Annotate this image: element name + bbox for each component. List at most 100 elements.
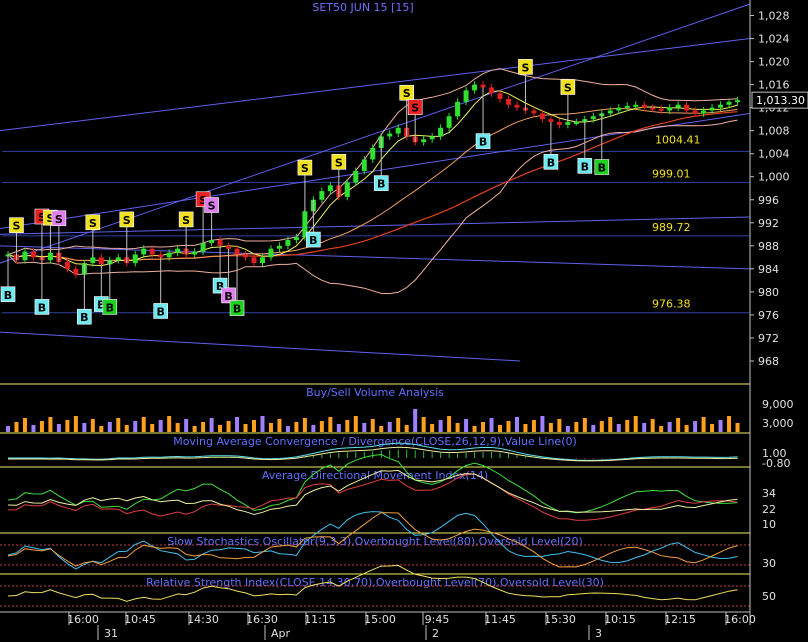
volume-bar xyxy=(99,426,104,432)
volume-bar xyxy=(175,423,180,432)
x-tick-label: 12:15 xyxy=(664,613,696,626)
marker-label: B xyxy=(547,156,555,169)
candle-body xyxy=(539,113,545,120)
volume-bar xyxy=(362,423,367,432)
volume-bar xyxy=(184,419,189,432)
x-tick-label: 16:00 xyxy=(724,613,756,626)
panel-tick-label: 3,000 xyxy=(762,417,794,430)
volume-bar xyxy=(226,421,231,432)
candle-body xyxy=(268,248,274,258)
volume-bar xyxy=(31,425,36,432)
candle-body xyxy=(718,104,724,108)
volume-bar xyxy=(659,426,664,432)
marker-label: B xyxy=(106,301,114,314)
x-tick-label: 11:15 xyxy=(304,613,336,626)
candle-body xyxy=(158,254,164,258)
volume-bar xyxy=(472,426,477,432)
volume-bar xyxy=(158,420,163,432)
marker-label: B xyxy=(233,303,241,316)
volume-bar xyxy=(557,419,562,432)
volume-bar xyxy=(133,421,138,432)
volume-bar xyxy=(565,426,570,432)
panel-tick-label: -0.80 xyxy=(762,457,790,470)
candle-body xyxy=(616,107,622,111)
candle-body xyxy=(607,110,613,114)
volume-bar xyxy=(39,421,44,432)
x-tick-label: 11:45 xyxy=(484,613,516,626)
volume-bar xyxy=(498,425,502,432)
candle-body xyxy=(531,110,537,114)
panel-title: Slow Stochastics Oscillator(9,3,3),Overb… xyxy=(167,535,583,548)
volume-bar xyxy=(404,425,409,432)
candle-body xyxy=(641,104,647,108)
volume-bar xyxy=(608,417,613,432)
volume-bar xyxy=(90,419,95,432)
volume-bar xyxy=(328,417,333,432)
volume-bar xyxy=(302,418,307,432)
volume-bar xyxy=(667,422,672,432)
panel-title: Buy/Sell Volume Analysis xyxy=(306,386,444,399)
marker-label: S xyxy=(89,217,97,230)
level-label: 976.38 xyxy=(652,298,691,311)
candle-body xyxy=(556,122,562,125)
marker-label: S xyxy=(403,87,411,100)
price-tick-label: 1,028 xyxy=(758,10,790,23)
panel-tick-label: 30 xyxy=(762,557,776,570)
volume-bar xyxy=(209,418,214,432)
candle-body xyxy=(64,261,70,269)
marker-label: B xyxy=(38,301,46,314)
volume-bar xyxy=(48,417,53,432)
volume-bar xyxy=(252,420,256,432)
marker-label: B xyxy=(4,289,12,302)
marker-label: B xyxy=(156,305,164,318)
marker-label: S xyxy=(123,214,131,227)
candle-body xyxy=(675,104,681,108)
candle-body xyxy=(480,84,486,88)
volume-bar xyxy=(523,424,528,432)
marker-label: B xyxy=(377,178,385,191)
volume-bar xyxy=(285,426,290,432)
volume-bar xyxy=(116,418,121,432)
candle-body xyxy=(370,147,376,160)
volume-bar xyxy=(582,418,587,432)
x-tick-label: 15:30 xyxy=(544,613,576,626)
volume-bar xyxy=(727,416,732,432)
price-tick-label: 968 xyxy=(758,355,779,368)
marker-label: S xyxy=(301,162,309,175)
volume-bar xyxy=(345,420,350,432)
volume-bar xyxy=(413,409,418,432)
panel-tick-label: 34 xyxy=(762,487,776,500)
price-tick-label: 972 xyxy=(758,332,779,345)
x-tick-label: 15:00 xyxy=(364,613,396,626)
volume-bar xyxy=(693,421,698,432)
candle-body xyxy=(387,133,393,137)
candle-body xyxy=(455,101,461,117)
candle-body xyxy=(472,84,478,91)
volume-bar xyxy=(353,416,358,432)
marker-label: S xyxy=(411,102,419,115)
candle-body xyxy=(327,185,333,192)
candle-body xyxy=(217,240,223,246)
candle-body xyxy=(590,116,596,120)
price-tick-label: 1,020 xyxy=(758,56,790,69)
candle-body xyxy=(573,122,579,125)
marker-label: B xyxy=(479,136,487,149)
volume-bar xyxy=(684,425,689,432)
candle-body xyxy=(667,107,673,111)
candle-body xyxy=(209,240,215,243)
volume-bar xyxy=(464,419,469,432)
volume-bar xyxy=(73,416,78,432)
price-tick-label: 996 xyxy=(758,194,779,207)
date-label: Apr xyxy=(271,627,291,640)
candle-body xyxy=(463,90,469,102)
volume-bar xyxy=(599,421,604,432)
volume-bar xyxy=(540,416,545,432)
volume-bar xyxy=(6,426,10,432)
candle-body xyxy=(285,240,291,246)
volume-bar xyxy=(124,425,129,432)
volume-bar xyxy=(489,418,494,432)
price-tick-label: 984 xyxy=(758,263,779,276)
level-label: 989.72 xyxy=(652,221,691,234)
volume-bar xyxy=(616,424,621,432)
candle-body xyxy=(243,254,249,258)
